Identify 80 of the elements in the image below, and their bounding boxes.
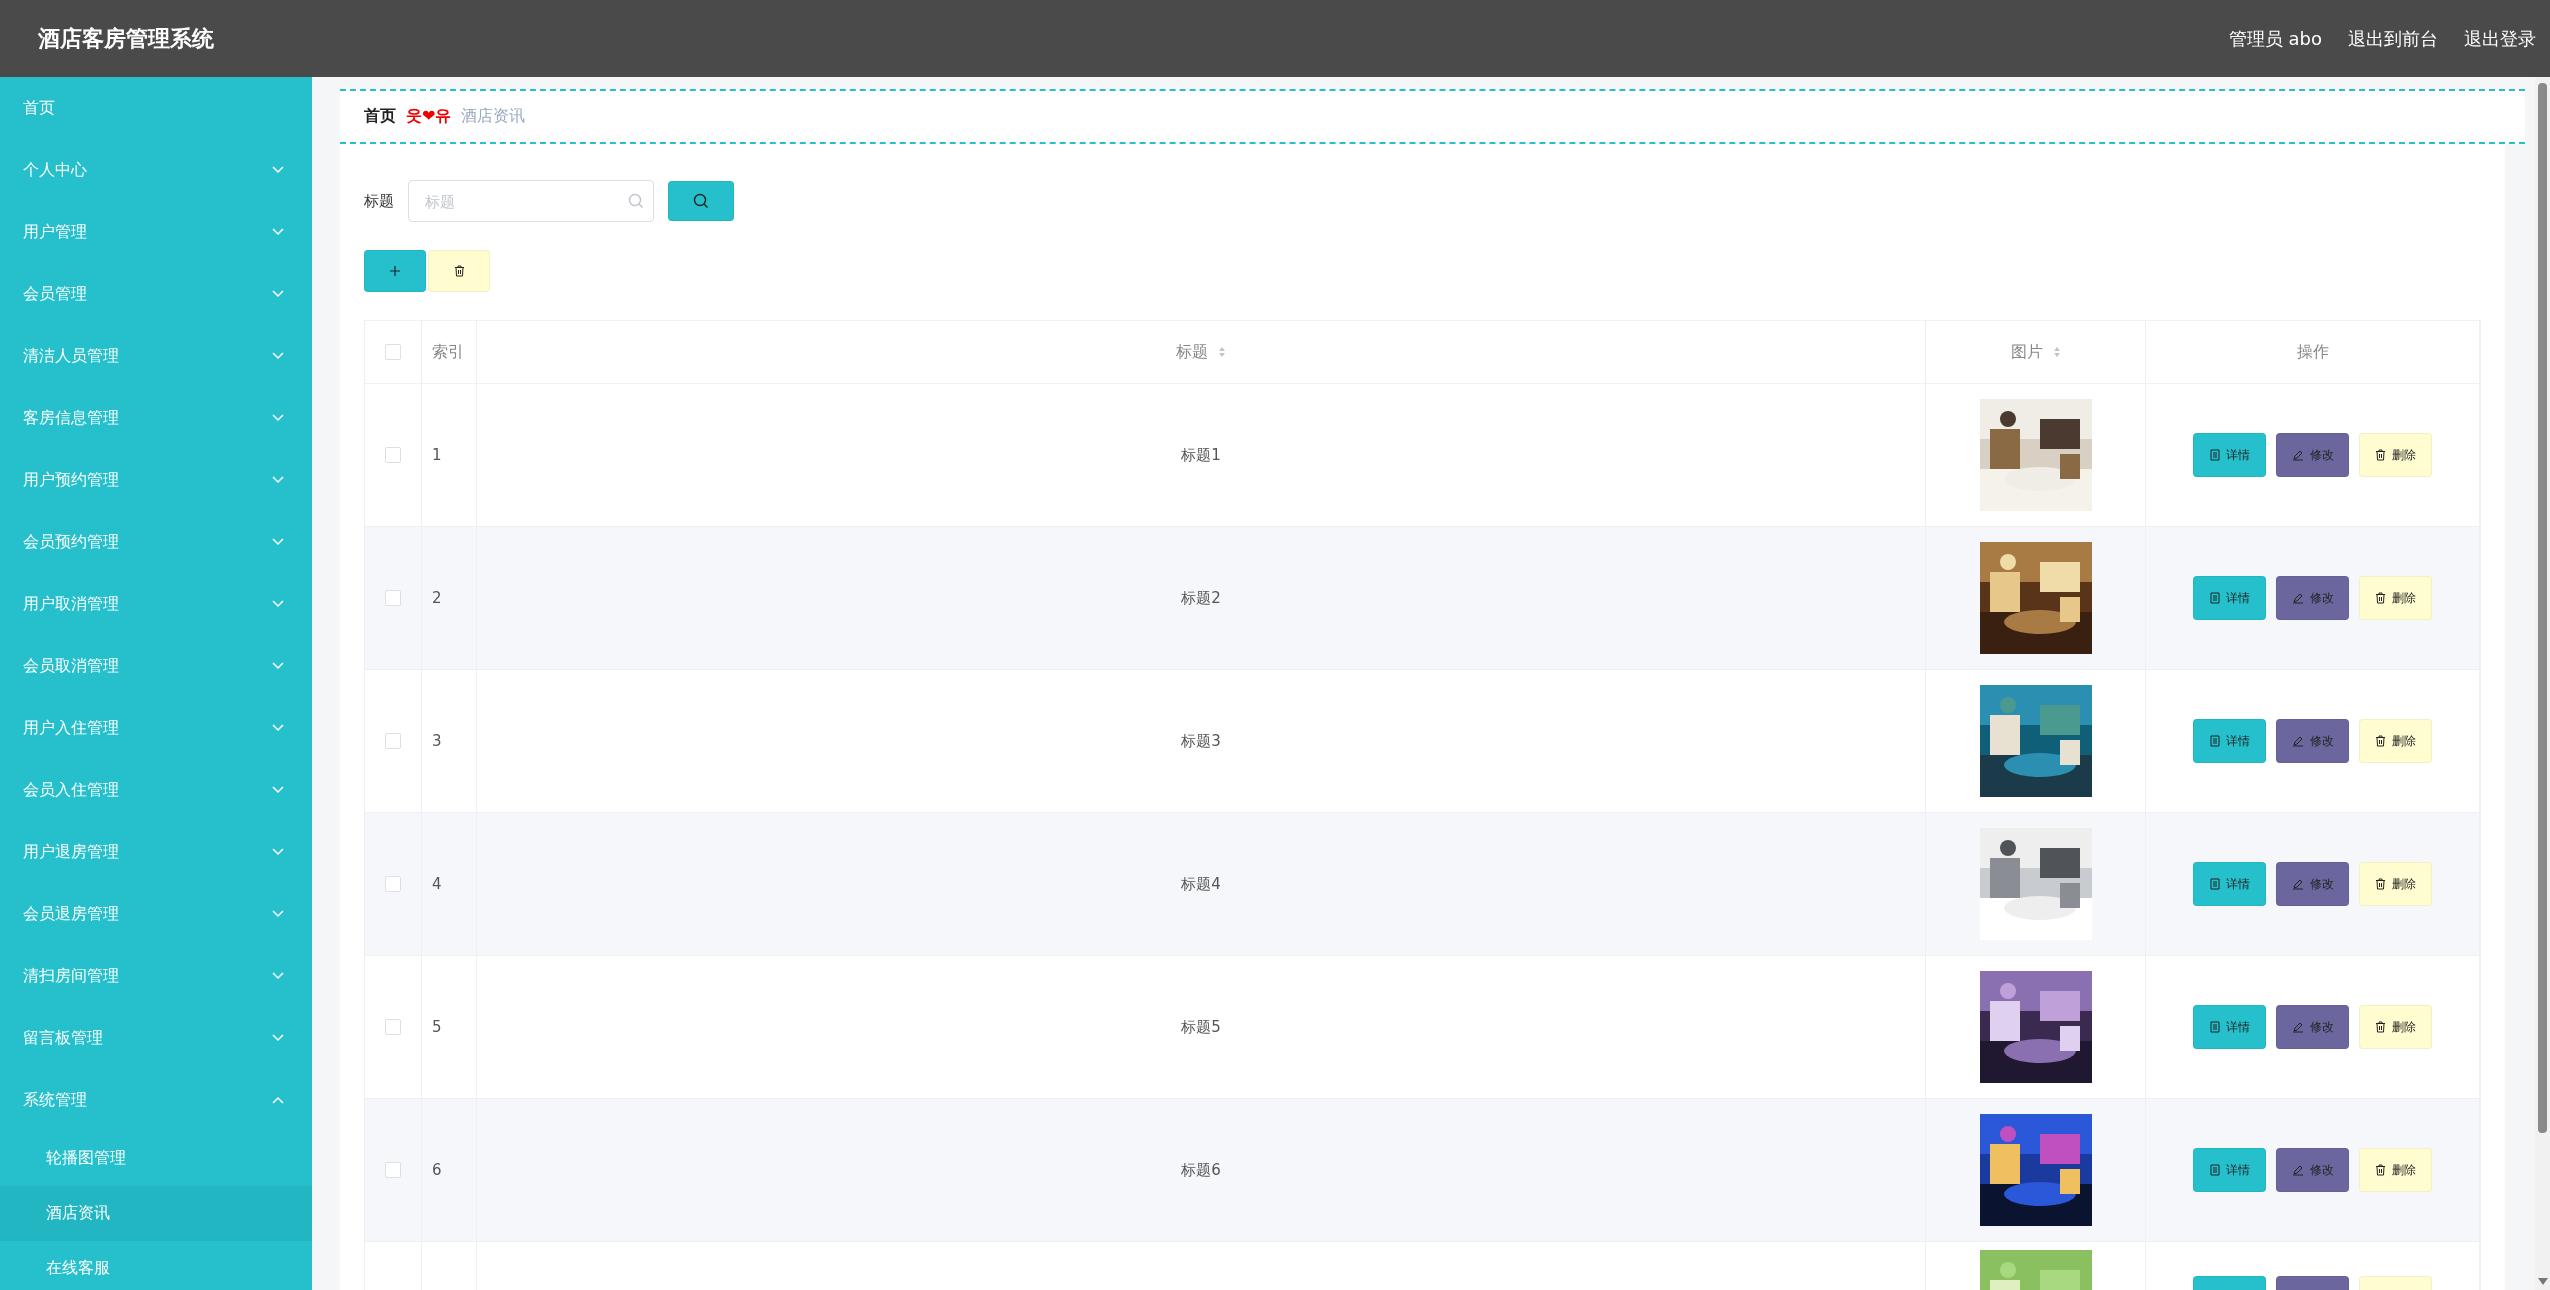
detail-button[interactable]: 详情 [2193,719,2266,763]
sidebar-item-label: 个人中心 [23,159,87,181]
delete-button[interactable]: 删除 [2359,576,2432,620]
table-cell: 1 [432,446,442,464]
sidebar-item[interactable]: 清洁人员管理 [0,325,312,387]
sidebar-item[interactable]: 用户入住管理 [0,697,312,759]
detail-button[interactable]: 详情 [2193,433,2266,477]
sidebar-subitem[interactable]: 酒店资讯 [0,1186,312,1241]
detail-button[interactable]: 详情 [2193,1005,2266,1049]
sidebar-item[interactable]: 用户取消管理 [0,573,312,635]
sidebar-item[interactable]: 清扫房间管理 [0,945,312,1007]
sidebar-item-label: 用户预约管理 [23,469,119,491]
header-link[interactable]: 退出到前台 [2348,26,2438,51]
table-cell: 5 [432,1018,442,1036]
sidebar-item[interactable]: 个人中心 [0,139,312,201]
app-title: 酒店客房管理系统 [38,24,214,53]
column-header: 索引 [432,341,464,363]
sidebar-item-label: 用户管理 [23,221,87,243]
edit-button[interactable]: 修改 [2276,719,2349,763]
edit-button[interactable]: 修改 [2276,1005,2349,1049]
table-cell: 标题6 [1181,1160,1221,1180]
column-header: 标题 [1176,341,1208,363]
sidebar-item[interactable]: 会员入住管理 [0,759,312,821]
detail-button[interactable]: 详情 [2193,862,2266,906]
sidebar-item-label: 清洁人员管理 [23,345,119,367]
sidebar-item[interactable]: 用户预约管理 [0,449,312,511]
sidebar-item-label: 会员退房管理 [23,903,119,925]
sidebar-item-label: 留言板管理 [23,1027,103,1049]
detail-button[interactable]: 详情 [2193,576,2266,620]
table-cell: 6 [432,1161,442,1179]
sidebar-item[interactable]: 会员取消管理 [0,635,312,697]
breadcrumb-home[interactable]: 首页 [364,106,396,127]
header-link[interactable]: 退出登录 [2464,26,2536,51]
search-label: 标题 [364,191,394,211]
table-cell: 标题3 [1181,731,1221,751]
sidebar-item-label: 会员取消管理 [23,655,119,677]
table-cell: 2 [432,589,442,607]
edit-button[interactable]: 修改 [2276,1148,2349,1192]
delete-button[interactable]: 删除 [2359,1148,2432,1192]
sidebar-item[interactable]: 用户管理 [0,201,312,263]
breadcrumb-separator: 웃❤유 [406,106,452,127]
breadcrumb-current: 酒店资讯 [461,106,526,127]
header-link[interactable]: 管理员 abo [2228,26,2322,51]
column-header: 图片 [2010,341,2043,363]
sidebar-item-label: 清扫房间管理 [23,965,119,987]
table-cell: 标题1 [1181,445,1221,465]
sidebar-item[interactable]: 留言板管理 [0,1007,312,1069]
delete-button[interactable]: 删除 [2359,862,2432,906]
sidebar-item-label: 用户入住管理 [23,717,119,739]
sidebar-item[interactable]: 会员管理 [0,263,312,325]
sidebar-item[interactable]: 首页 [0,77,312,139]
sidebar-item-label: 首页 [23,97,55,119]
table-cell: 3 [432,732,442,750]
edit-button[interactable]: 修改 [2276,433,2349,477]
sidebar-item-label: 会员预约管理 [23,531,119,553]
table-cell: 标题5 [1181,1017,1221,1037]
delete-button[interactable]: 删除 [2359,1005,2432,1049]
sidebar-subitem[interactable]: 在线客服 [0,1241,312,1290]
search-field[interactable]: 标题 [408,180,654,222]
delete-button[interactable]: 删除 [2359,719,2432,763]
table-cell: 标题2 [1181,588,1221,608]
column-header: 操作 [2296,341,2329,363]
edit-button[interactable]: 修改 [2276,862,2349,906]
sidebar-item[interactable]: 客房信息管理 [0,387,312,449]
detail-button[interactable]: 详情 [2193,1148,2266,1192]
sidebar-item-label: 用户退房管理 [23,841,119,863]
sidebar-item-label: 用户取消管理 [23,593,119,615]
delete-button[interactable]: 删除 [2359,433,2432,477]
sidebar-item[interactable]: 系统管理 [0,1069,312,1131]
table-cell: 标题4 [1181,874,1221,894]
table-cell: 4 [432,875,442,893]
edit-button[interactable]: 修改 [2276,576,2349,620]
sidebar-item-label: 客房信息管理 [23,407,119,429]
sidebar-item-label: 会员管理 [23,283,87,305]
sidebar-item[interactable]: 用户退房管理 [0,821,312,883]
sidebar-item-label: 会员入住管理 [23,779,119,801]
sidebar-subitem[interactable]: 轮播图管理 [0,1131,312,1186]
sidebar-item[interactable]: 会员退房管理 [0,883,312,945]
sidebar-item-label: 系统管理 [23,1089,87,1111]
sidebar-item[interactable]: 会员预约管理 [0,511,312,573]
